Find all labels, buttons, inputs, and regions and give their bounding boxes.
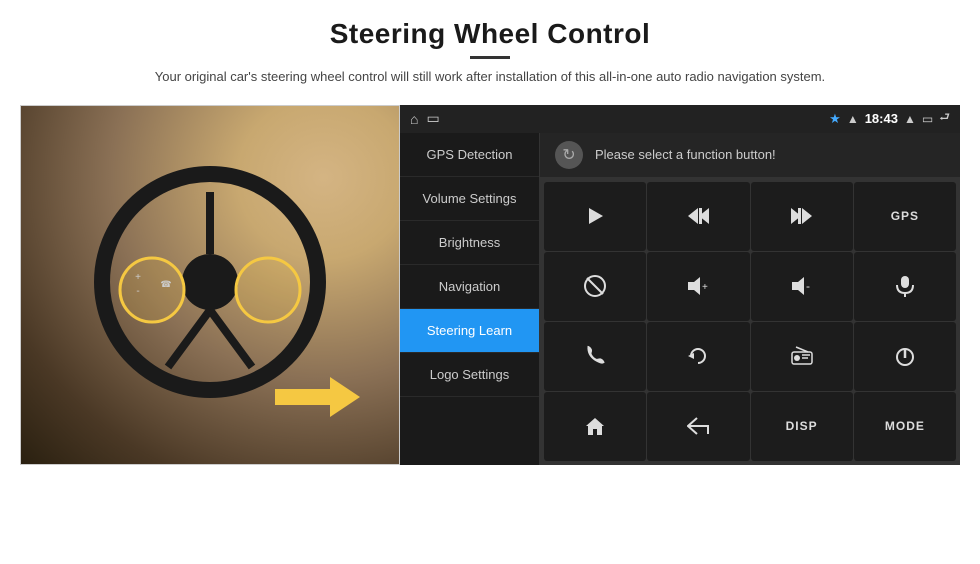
mic-icon [895,275,915,297]
home-icon [584,416,606,436]
gps-button[interactable]: GPS [854,182,956,251]
prev-icon [687,206,709,226]
function-area: ↻ Please select a function button! [540,133,960,465]
refresh-icon[interactable]: ↻ [555,141,583,169]
vol-up-icon: + [686,276,710,296]
next-button[interactable] [751,182,853,251]
status-bar: ⌂ ▭ ★ ▲ 18:43 ▲ ▭ ⮐ [400,105,960,133]
page-subtitle: Your original car's steering wheel contr… [155,67,825,87]
power-button[interactable] [854,322,956,391]
svg-text:-: - [806,279,810,293]
menu-item-logo[interactable]: Logo Settings [400,353,539,397]
function-prompt: Please select a function button! [595,147,776,162]
back-button[interactable] [647,392,749,461]
vol-down-icon: - [790,276,814,296]
function-button-grid: GPS + [540,178,960,465]
direction-arrow [275,377,360,417]
bluetooth-icon: ★ [829,111,841,127]
phone-icon [585,345,605,367]
next-icon [791,206,813,226]
radio-button[interactable] [751,322,853,391]
status-bar-left: ⌂ ▭ [410,110,440,127]
mode-button[interactable]: MODE [854,392,956,461]
menu-item-brightness[interactable]: Brightness [400,221,539,265]
disp-button[interactable]: DISP [751,392,853,461]
screen-content: GPS Detection Volume Settings Brightness… [400,133,960,465]
status-time: 18:43 [865,111,898,126]
expand-icon: ▲ [904,112,916,126]
rotate-icon [687,345,709,367]
car-image: + - ☎ [20,105,400,465]
page-container: Steering Wheel Control Your original car… [0,0,980,564]
rotate-button[interactable] [647,322,749,391]
title-section: Steering Wheel Control Your original car… [155,18,825,87]
svg-text:+: + [135,272,141,283]
cast-icon: ▭ [426,110,439,127]
steering-wheel-svg: + - ☎ [90,162,330,402]
menu-sidebar: GPS Detection Volume Settings Brightness… [400,133,540,465]
title-divider [470,56,510,59]
play-button[interactable] [544,182,646,251]
prev-button[interactable] [647,182,749,251]
head-unit-screen: ⌂ ▭ ★ ▲ 18:43 ▲ ▭ ⮐ GPS Detection Volume… [400,105,960,465]
play-icon [585,206,605,226]
function-header: ↻ Please select a function button! [540,133,960,178]
vol-down-button[interactable]: - [751,252,853,321]
content-area: + - ☎ ⌂ ▭ [20,105,960,465]
mic-button[interactable] [854,252,956,321]
back-nav-icon: ⮐ [939,108,950,129]
window-icon: ▭ [922,112,933,126]
steering-wheel-overlay: + - ☎ [21,106,399,464]
mute-icon [584,275,606,297]
wifi-icon: ▲ [847,112,859,126]
menu-item-gps[interactable]: GPS Detection [400,133,539,177]
svg-text:-: - [136,286,139,297]
home-button[interactable] [544,392,646,461]
vol-up-button[interactable]: + [647,252,749,321]
menu-item-navigation[interactable]: Navigation [400,265,539,309]
back-icon [687,417,709,435]
svg-text:☎: ☎ [160,279,171,289]
menu-item-steering[interactable]: Steering Learn [400,309,539,353]
page-title: Steering Wheel Control [155,18,825,50]
status-bar-right: ★ ▲ 18:43 ▲ ▭ ⮐ [829,108,950,129]
phone-button[interactable] [544,322,646,391]
mute-button[interactable] [544,252,646,321]
power-icon [894,345,916,367]
svg-text:+: + [702,282,708,293]
menu-item-volume[interactable]: Volume Settings [400,177,539,221]
home-icon: ⌂ [410,111,418,127]
radio-icon [790,346,814,366]
